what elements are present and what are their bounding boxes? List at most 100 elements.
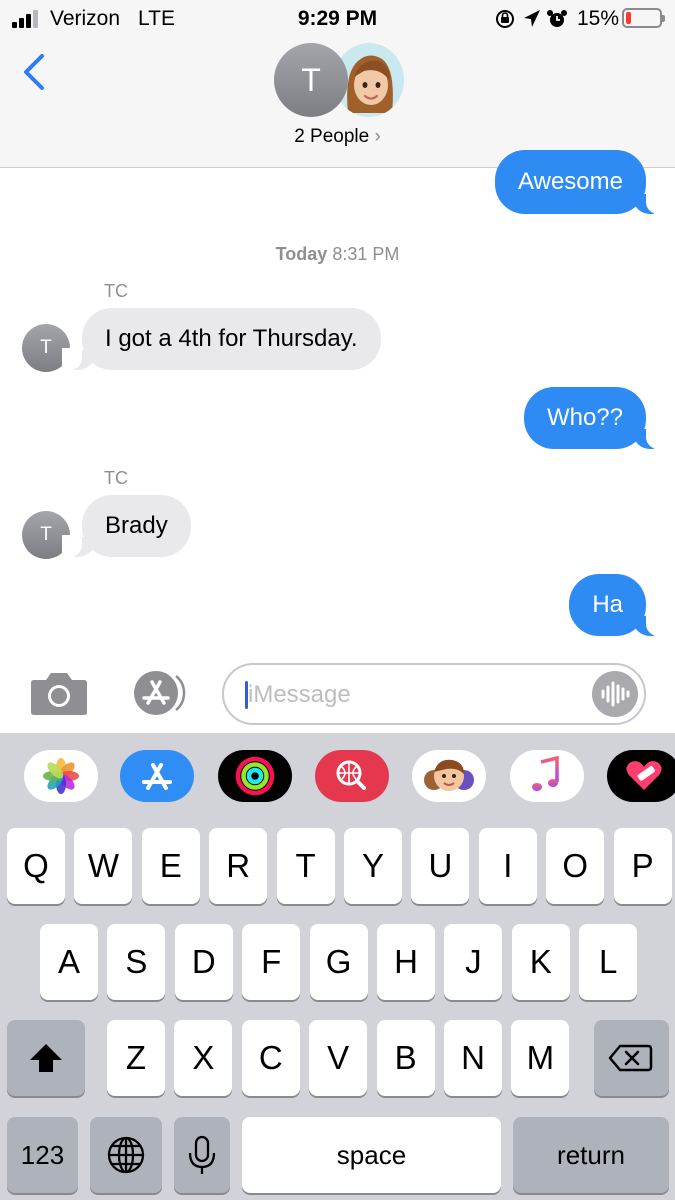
key-o[interactable]: O [546,828,605,904]
key-y[interactable]: Y [344,828,402,904]
outgoing-message[interactable]: Who?? [523,387,667,449]
key-k[interactable]: K [511,924,570,1000]
timestamp-day: Today [275,244,328,264]
key-j[interactable]: J [444,924,503,1000]
key-x[interactable]: X [174,1020,233,1096]
return-key-label: return [557,1140,625,1170]
activity-icon [235,756,275,796]
space-key-label: space [336,1140,407,1170]
outgoing-message[interactable]: Ha [569,574,666,636]
audio-message-button[interactable] [592,671,638,717]
message-text: Ha [592,591,623,618]
backspace-icon [608,1044,653,1072]
status-icons [494,8,574,30]
participants-label: 2 People [294,126,370,147]
key-label: W [87,847,119,884]
camera-button[interactable] [30,670,88,716]
memoji-icon [424,759,474,791]
incoming-message[interactable]: I got a 4th for Thursday. [62,308,381,370]
key-f[interactable]: F [242,924,301,1000]
numbers-key-label: 123 [20,1140,65,1170]
globe-key[interactable] [90,1117,162,1193]
camera-icon [31,673,87,715]
key-d[interactable]: D [174,924,233,1000]
group-avatars[interactable]: T [274,43,404,117]
gif-search-app-button[interactable] [315,750,389,802]
chevron-right-icon: › [374,126,381,147]
alarm-icon [547,10,567,27]
key-label: V [327,1039,350,1076]
sender-name: TC [104,468,128,488]
delete-key[interactable] [594,1020,669,1096]
message-compose-field[interactable] [222,663,646,725]
timestamp-time: 8:31 PM [332,244,400,264]
waveform-icon [601,681,630,707]
app-store-icon [142,763,172,790]
key-c[interactable]: C [241,1020,300,1096]
key-g[interactable]: G [309,924,368,1000]
shift-key[interactable] [7,1020,85,1096]
activity-app-button[interactable] [218,750,292,802]
key-h[interactable]: H [377,924,435,1000]
message-input[interactable] [248,677,578,713]
key-w[interactable]: W [74,828,133,904]
key-l[interactable]: L [579,924,638,1000]
key-label: T [295,847,316,884]
key-v[interactable]: V [309,1020,368,1096]
key-label: M [526,1039,555,1076]
app-drawer-button[interactable] [126,670,190,716]
contact-avatar: T [274,43,348,117]
keyboard: QWER T YUIO P ASDFGH J K L ZXCV BNM 123 space r… [0,733,675,1200]
key-label: J [465,943,482,980]
message-timestamp: Today 8:31 PM [0,244,675,265]
key-label: B [394,1039,417,1076]
key-label: O [562,847,589,884]
key-label: K [529,943,552,980]
battery-percentage: 15% [577,7,620,30]
key-label: F [261,943,282,980]
key-r[interactable]: R [209,828,268,904]
key-e[interactable]: E [141,828,200,904]
message-text: Brady [105,512,168,539]
memoji-app-button[interactable] [412,750,486,802]
key-label: Y [361,847,384,884]
space-key[interactable]: space [242,1117,501,1193]
participants-button[interactable]: 2 People › [0,126,675,148]
key-m[interactable]: M [511,1020,570,1096]
key-label: H [394,943,418,980]
dictation-key[interactable] [174,1117,230,1193]
key-i[interactable]: I [478,828,537,904]
music-icon [532,755,559,791]
app-store-icon [134,671,186,715]
key-label: R [226,847,251,884]
globe-icon [107,1136,145,1174]
numbers-key[interactable]: 123 [7,1117,78,1193]
music-app-button[interactable] [510,750,584,802]
key-label: L [599,943,618,980]
key-s[interactable]: S [107,924,166,1000]
return-key[interactable]: return [513,1117,669,1193]
photos-app-button[interactable] [24,750,98,802]
key-a[interactable]: A [40,924,98,1000]
key-t[interactable]: T [276,828,335,904]
key-label: P [631,847,654,884]
heart-sticker-app-button[interactable] [607,750,675,802]
back-button[interactable] [18,50,52,94]
chevron-left-icon [24,54,44,90]
key-b[interactable]: B [376,1020,435,1096]
key-p[interactable]: P [613,828,672,904]
message-text: Awesome [518,168,623,195]
key-label: Z [125,1039,147,1076]
message-text: I got a 4th for Thursday. [105,325,358,352]
app-store-app-button[interactable] [120,750,194,802]
key-u[interactable]: U [411,828,470,904]
outgoing-message[interactable]: Awesome [495,150,666,214]
imessage-app-strip [0,733,675,823]
key-q[interactable]: Q [7,828,65,904]
key-label: S [125,943,148,980]
gif-search-icon [336,760,366,790]
shift-icon [30,1044,62,1072]
key-z[interactable]: Z [107,1020,165,1096]
key-n[interactable]: N [444,1020,502,1096]
incoming-message[interactable]: Brady [62,495,191,557]
